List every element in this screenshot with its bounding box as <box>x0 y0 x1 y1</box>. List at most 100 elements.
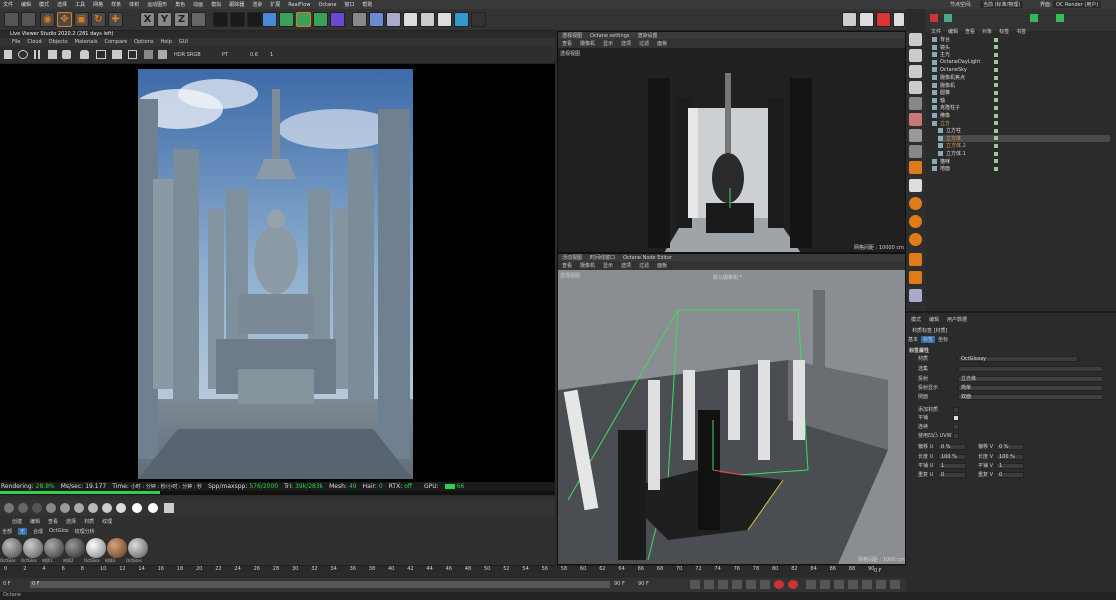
menu-mode[interactable]: 模式 <box>39 1 49 8</box>
checker-icon[interactable] <box>909 65 922 78</box>
menu-mograph[interactable]: 运动图形 <box>147 1 167 8</box>
material-sphere-icon[interactable] <box>46 503 56 513</box>
visibility-toggle[interactable] <box>994 113 998 118</box>
send-scene-icon[interactable] <box>4 50 12 59</box>
add-material-checkbox[interactable] <box>953 407 959 413</box>
tag-icon[interactable] <box>1056 14 1064 22</box>
lv-menu-compare[interactable]: Compare <box>104 39 127 45</box>
s-icon[interactable] <box>909 233 922 246</box>
film-icon[interactable] <box>112 50 122 59</box>
next-frame-icon[interactable] <box>746 580 756 589</box>
vp-menu-panel[interactable]: 面板 <box>657 40 667 47</box>
render-picture-viewer-icon[interactable] <box>230 12 245 27</box>
end-frame-field-2[interactable]: 90 F <box>638 581 649 587</box>
object-row[interactable]: 克隆柱子 <box>932 104 1110 111</box>
menu-spline[interactable]: 样条 <box>111 1 121 8</box>
scale-icon[interactable]: ▣ <box>74 12 89 27</box>
next-key-icon[interactable] <box>760 580 770 589</box>
visibility-toggle[interactable] <box>994 67 998 72</box>
vp-menu-view[interactable]: 查看 <box>562 262 572 269</box>
menu-simulate[interactable]: 模拟 <box>211 1 221 8</box>
point-key-icon[interactable] <box>876 580 886 589</box>
menu-tools[interactable]: 工具 <box>75 1 85 8</box>
menu-character[interactable]: 角色 <box>175 1 185 8</box>
menu-render[interactable]: 渲染 <box>252 1 262 8</box>
object-row[interactable]: 立方体.2 <box>938 142 1110 149</box>
length-u-field[interactable]: 100 % <box>938 454 966 460</box>
material-thumb[interactable] <box>128 538 148 558</box>
visibility-toggle[interactable] <box>994 166 998 171</box>
scale-key-icon[interactable] <box>848 580 858 589</box>
menu-volume[interactable]: 体积 <box>129 1 139 8</box>
material-node-icon[interactable] <box>164 503 174 513</box>
uv-icon[interactable] <box>909 129 922 142</box>
vp-menu-options[interactable]: 选项 <box>621 262 631 269</box>
clay-icon[interactable] <box>158 50 167 59</box>
object-row[interactable]: 佛像 <box>932 112 1110 119</box>
bump-uvw-checkbox[interactable] <box>953 433 959 439</box>
value-field-2[interactable]: 1 <box>270 52 273 58</box>
object-row[interactable]: 猫咪 <box>932 158 1110 165</box>
poly-icon[interactable] <box>909 113 922 126</box>
octane-window-icon[interactable] <box>893 12 905 27</box>
om-menu-object[interactable]: 对象 <box>982 28 992 35</box>
pla-key-icon[interactable] <box>890 580 900 589</box>
projection-display-select[interactable]: 简单 <box>958 385 1103 391</box>
length-v-field[interactable]: 100 % <box>996 454 1024 460</box>
visibility-toggle[interactable] <box>994 105 998 110</box>
lv-menu-options[interactable]: Options <box>134 39 153 45</box>
timeline-ruler[interactable]: 0 2 4 6 8 10 12 14 16 18 20 22 24 26 28 30 32 34 36 38 40 42 4… <box>0 565 906 573</box>
visibility-toggle[interactable] <box>994 37 998 42</box>
viewport-top-scene[interactable] <box>558 48 905 263</box>
axis-x-button[interactable]: X <box>140 12 155 27</box>
frame-range-slider[interactable]: 0 F <box>30 581 610 588</box>
sky-icon[interactable] <box>403 12 418 27</box>
move-icon[interactable]: ✥ <box>57 12 72 27</box>
light-icon[interactable] <box>386 12 401 27</box>
lock-icon[interactable] <box>909 253 922 266</box>
pen-icon[interactable] <box>279 12 294 27</box>
hdr-select[interactable]: HDR SRGB <box>174 52 201 58</box>
octane-render-icon[interactable] <box>876 12 891 27</box>
cloud-icon[interactable] <box>437 12 452 27</box>
om-menu-edit[interactable]: 编辑 <box>948 28 958 35</box>
auto-key-icon[interactable] <box>788 580 798 589</box>
render-mode-select[interactable]: PT <box>222 52 228 58</box>
menu-edit[interactable]: 编辑 <box>21 1 31 8</box>
interface-select[interactable]: OC Render (用户) <box>1053 1 1102 8</box>
material-sphere-icon[interactable] <box>4 503 14 513</box>
offset-u-field[interactable]: 0 % <box>938 444 966 450</box>
camera-icon[interactable] <box>909 33 922 46</box>
mat-menu-material[interactable]: 材质 <box>84 518 94 525</box>
vp-menu-options[interactable]: 选项 <box>621 40 631 47</box>
repeat-v-field[interactable]: 0 <box>996 472 1024 478</box>
object-row[interactable]: 立方体 <box>938 134 1110 142</box>
vp-tab-active[interactable]: 活动视图 <box>562 254 582 261</box>
live-select-icon[interactable]: ◉ <box>40 12 55 27</box>
bulb-icon[interactable] <box>420 12 435 27</box>
vp-menu-view[interactable]: 查看 <box>562 40 572 47</box>
undo-icon[interactable] <box>4 12 19 27</box>
record-icon[interactable] <box>774 580 784 589</box>
attr-tab-tag[interactable]: 标签 <box>921 336 936 343</box>
visibility-toggle[interactable] <box>994 128 998 133</box>
render-settings-icon[interactable] <box>247 12 262 27</box>
vp-tab-octane-settings[interactable]: Octane settings <box>590 33 629 39</box>
mat-menu-view[interactable]: 查看 <box>48 518 58 525</box>
attr-menu-edit[interactable]: 编辑 <box>929 316 939 323</box>
material-sphere-icon[interactable] <box>148 503 158 513</box>
floor-icon[interactable] <box>352 12 367 27</box>
object-row[interactable]: 主光 <box>932 51 1110 58</box>
edges-icon[interactable] <box>909 97 922 110</box>
points-icon[interactable] <box>909 81 922 94</box>
param-key-icon[interactable] <box>862 580 872 589</box>
menu-realflow[interactable]: RealFlow <box>288 2 310 8</box>
tile-checkbox[interactable] <box>953 415 959 421</box>
vp-tab-node-editor[interactable]: Octane Node Editor <box>623 255 672 261</box>
menu-window[interactable]: 窗口 <box>344 1 354 8</box>
object-row[interactable]: 摄像机焦点 <box>932 74 1110 81</box>
material-sphere-icon[interactable] <box>60 503 70 513</box>
visibility-toggle[interactable] <box>994 121 998 126</box>
visibility-toggle[interactable] <box>994 83 998 88</box>
settings-icon[interactable] <box>62 50 71 59</box>
